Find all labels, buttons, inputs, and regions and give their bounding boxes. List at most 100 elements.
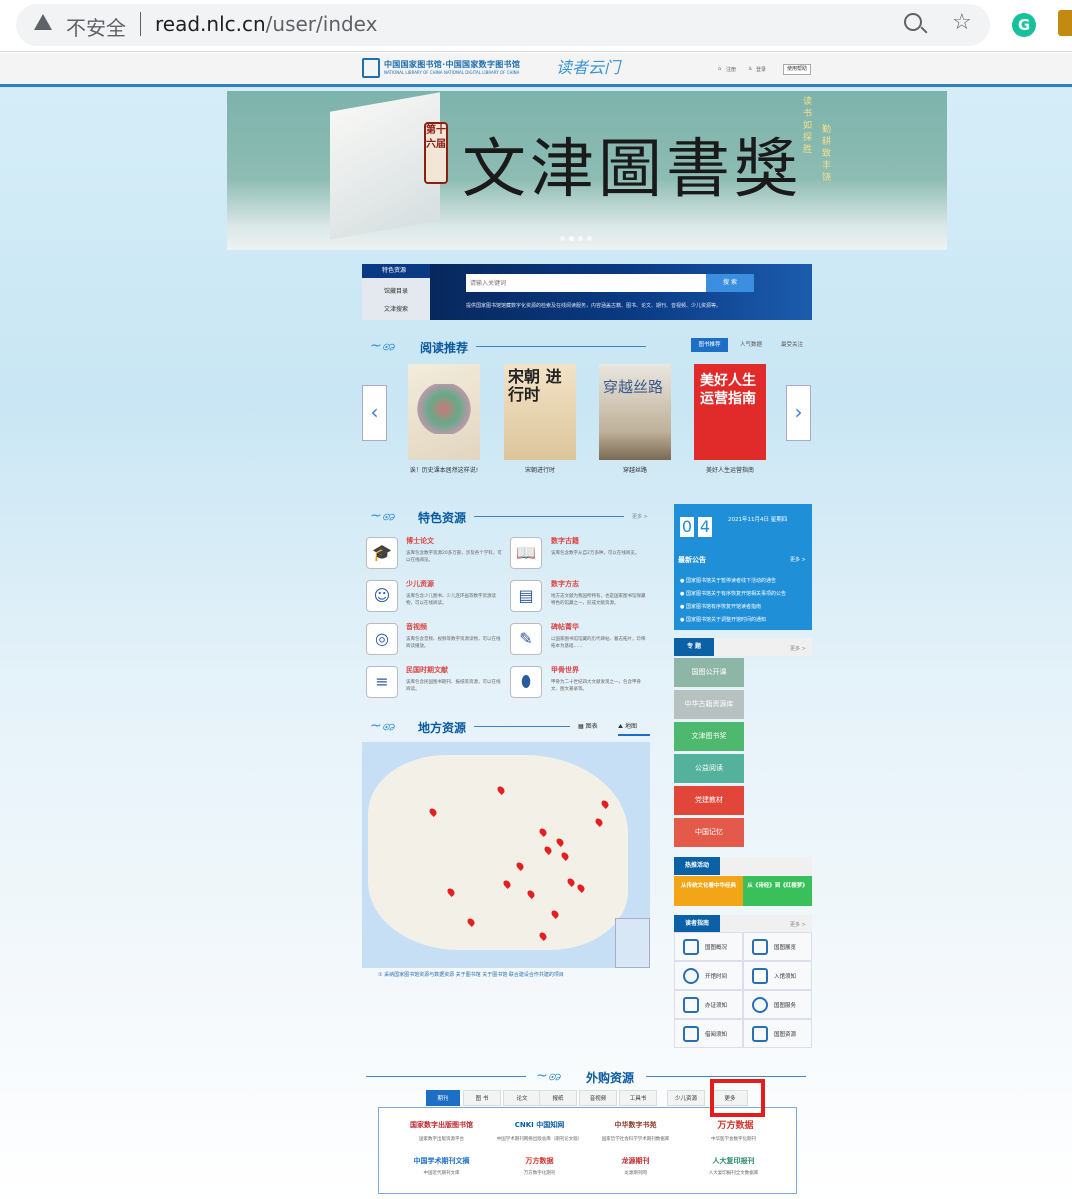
db-logo-8[interactable]: 人大复印报刊 (686, 1156, 781, 1166)
book-cover-1[interactable] (408, 364, 480, 460)
db-caption-8[interactable]: 人大复印报刊全文数据库 (686, 1170, 781, 1176)
db-logo-6[interactable]: 万方数据 (492, 1156, 587, 1166)
feature-title-4[interactable]: 数字方志 (551, 579, 579, 589)
db-caption-4[interactable]: 中华医学会数字化期刊 (686, 1136, 781, 1142)
site-logo-text[interactable]: 中国国家图书馆·中国国家数字图书馆 (384, 59, 520, 70)
extension-icon[interactable] (1058, 10, 1072, 36)
book-caption-1[interactable]: 诶！历史课本居然这样说! (394, 465, 494, 474)
tab-newspapers[interactable]: 报纸 (539, 1090, 577, 1106)
tab-wenjin-search[interactable]: 文津搜索 (362, 303, 430, 317)
guide-item[interactable]: 借阅须知 (674, 1019, 743, 1048)
login-link[interactable]: 登录 (756, 66, 766, 73)
help-button[interactable]: 使用帮助 (783, 64, 811, 75)
hot-item-1[interactable]: 从传统文化看中华经典 (674, 876, 743, 906)
tab-book-recommend[interactable]: 图书推荐 (691, 338, 728, 352)
book-caption-2[interactable]: 宋朝进行时 (490, 465, 590, 474)
reader-cloud-logo[interactable]: 读者云门 (556, 54, 620, 78)
notice-more-link[interactable]: 更多 > (790, 556, 806, 563)
guide-item[interactable]: 国图展览 (743, 932, 812, 961)
db-caption-5[interactable]: 中国近代期刊文库 (394, 1170, 489, 1176)
db-logo-1[interactable]: 国家数字出版图书馆 (394, 1120, 489, 1130)
special-item-1[interactable]: 国图公开课 (674, 658, 744, 687)
bookmark-star-icon[interactable]: ☆ (952, 10, 972, 35)
feature-title-8[interactable]: 甲骨世界 (551, 665, 579, 675)
tab-catalog[interactable]: 馆藏目录 (362, 285, 430, 299)
special-item-2[interactable]: 中华古籍资源库 (674, 690, 744, 719)
guide-item[interactable]: 国图资源 (743, 1019, 812, 1048)
features-more-link[interactable]: 更多 > (632, 513, 648, 520)
db-logo-4[interactable]: 万方数据 (688, 1118, 783, 1131)
book-caption-4[interactable]: 美好人生运营指南 (680, 465, 780, 474)
db-caption-1[interactable]: 国家数字出版资源平台 (394, 1136, 489, 1142)
carousel-dots[interactable] (560, 235, 600, 241)
special-item-4[interactable]: 公益阅读 (674, 754, 744, 783)
special-item-3[interactable]: 文津图书奖 (674, 722, 744, 751)
notice-item[interactable]: ● 国家图书馆有序恢复开馆读者指南 (680, 603, 761, 610)
book-cover-2[interactable]: 宋朝 进行时 (504, 364, 576, 460)
feature-title-7[interactable]: 民国时期文献 (406, 665, 448, 675)
guide-more-link[interactable]: 更多 > (790, 921, 806, 928)
db-caption-6[interactable]: 万方数字化期刊 (492, 1170, 587, 1176)
feature-title-1[interactable]: 博士论文 (406, 536, 434, 546)
feature-title-6[interactable]: 碑帖菁华 (551, 622, 579, 632)
tab-featured-resources[interactable]: 特色资源 (362, 264, 430, 278)
zoom-icon[interactable] (904, 13, 922, 31)
oracle-bone-icon[interactable]: ⬮ (510, 666, 542, 698)
graduation-cap-icon[interactable]: 🎓 (366, 537, 398, 569)
tab-audio-video[interactable]: 音视频 (579, 1090, 617, 1106)
db-logo-2[interactable]: CNKI 中国知网 (492, 1120, 587, 1130)
tab-popular[interactable]: 人气数据 (732, 338, 770, 352)
db-logo-7[interactable]: 龙源期刊 (588, 1156, 683, 1166)
cd-icon[interactable]: ◎ (366, 623, 398, 655)
ancient-book-icon[interactable]: 📖 (510, 537, 542, 569)
book-caption-3[interactable]: 穿越丝路 (585, 465, 685, 474)
security-label[interactable]: 不安全 (66, 12, 126, 41)
tab-papers[interactable]: 论文 (503, 1090, 541, 1106)
brush-icon[interactable]: ✎ (510, 623, 542, 655)
next-arrow-icon[interactable]: › (786, 385, 811, 441)
tab-children[interactable]: 少儿资源 (667, 1090, 705, 1106)
book-cover-3[interactable]: 穿越丝路 (599, 364, 671, 460)
guide-item[interactable]: 办证须知 (674, 990, 743, 1019)
special-item-6[interactable]: 中国记忆 (674, 818, 744, 847)
hot-item-2[interactable]: 从《诗经》到《红楼梦》 (743, 876, 812, 906)
register-link[interactable]: 注册 (726, 66, 736, 73)
db-caption-2[interactable]: 中国学术期刊网络出版总库（期刊论文版） (492, 1136, 587, 1142)
search-button[interactable]: 搜 索 (706, 274, 754, 292)
special-item-5[interactable]: 党建教材 (674, 786, 744, 815)
warning-icon[interactable] (34, 14, 52, 30)
user-icon[interactable]: ♙ (748, 66, 752, 72)
tab-journals[interactable]: 期刊 (426, 1090, 460, 1106)
notice-item[interactable]: ● 国家图书馆关于调整开馆时间的通知 (680, 616, 766, 623)
db-logo-5[interactable]: 中国学术期刊文摘 (394, 1156, 489, 1166)
tab-chart[interactable]: ▦ 图表 (578, 718, 598, 736)
nlc-logo-icon[interactable] (362, 58, 380, 78)
tab-map[interactable]: ⛰ 地图 (618, 718, 650, 736)
stacked-books-icon[interactable]: ≡ (366, 666, 398, 698)
tab-reference[interactable]: 工具书 (619, 1090, 657, 1106)
guide-item[interactable]: 国图服务 (743, 990, 812, 1019)
book-cover-4[interactable]: 美好人生运营指南 (694, 364, 766, 460)
special-more-link[interactable]: 更多 > (790, 645, 806, 652)
guide-item[interactable]: 入馆须知 (743, 961, 812, 990)
feature-title-5[interactable]: 音视频 (406, 622, 427, 632)
child-face-icon[interactable]: ☺ (366, 580, 398, 612)
tab-books[interactable]: 图 书 (463, 1090, 501, 1106)
guide-item[interactable]: 国图概况 (674, 932, 743, 961)
db-caption-3[interactable]: 国家哲学社会科学学术期刊数据库 (588, 1136, 683, 1142)
feature-desc-7: 该库包含民国图书期刊、报纸等资源，可以在线阅读。 (406, 680, 501, 692)
db-caption-7[interactable]: 龙源期刊网 (588, 1170, 683, 1176)
feature-title-2[interactable]: 数字古籍 (551, 536, 579, 546)
tab-most-watched[interactable]: 最受关注 (773, 338, 811, 352)
prev-arrow-icon[interactable]: ‹ (362, 385, 387, 441)
grammarly-extension-icon[interactable]: G (1012, 13, 1036, 37)
guide-item[interactable]: 开馆时间 (674, 961, 743, 990)
notice-item[interactable]: ● 国家图书馆关于有序恢复开馆相关事项的公告 (680, 590, 786, 597)
url-text[interactable]: read.nlc.cn/user/index (155, 12, 377, 36)
feature-title-3[interactable]: 少儿资源 (406, 579, 434, 589)
notice-item[interactable]: ● 国家图书馆关于暂停读者线下活动的通告 (680, 577, 776, 584)
search-input[interactable] (466, 274, 706, 292)
home-icon[interactable]: ⌂ (718, 66, 721, 72)
db-logo-3[interactable]: 中华数字书苑 (588, 1120, 683, 1130)
document-icon[interactable]: ▤ (510, 580, 542, 612)
